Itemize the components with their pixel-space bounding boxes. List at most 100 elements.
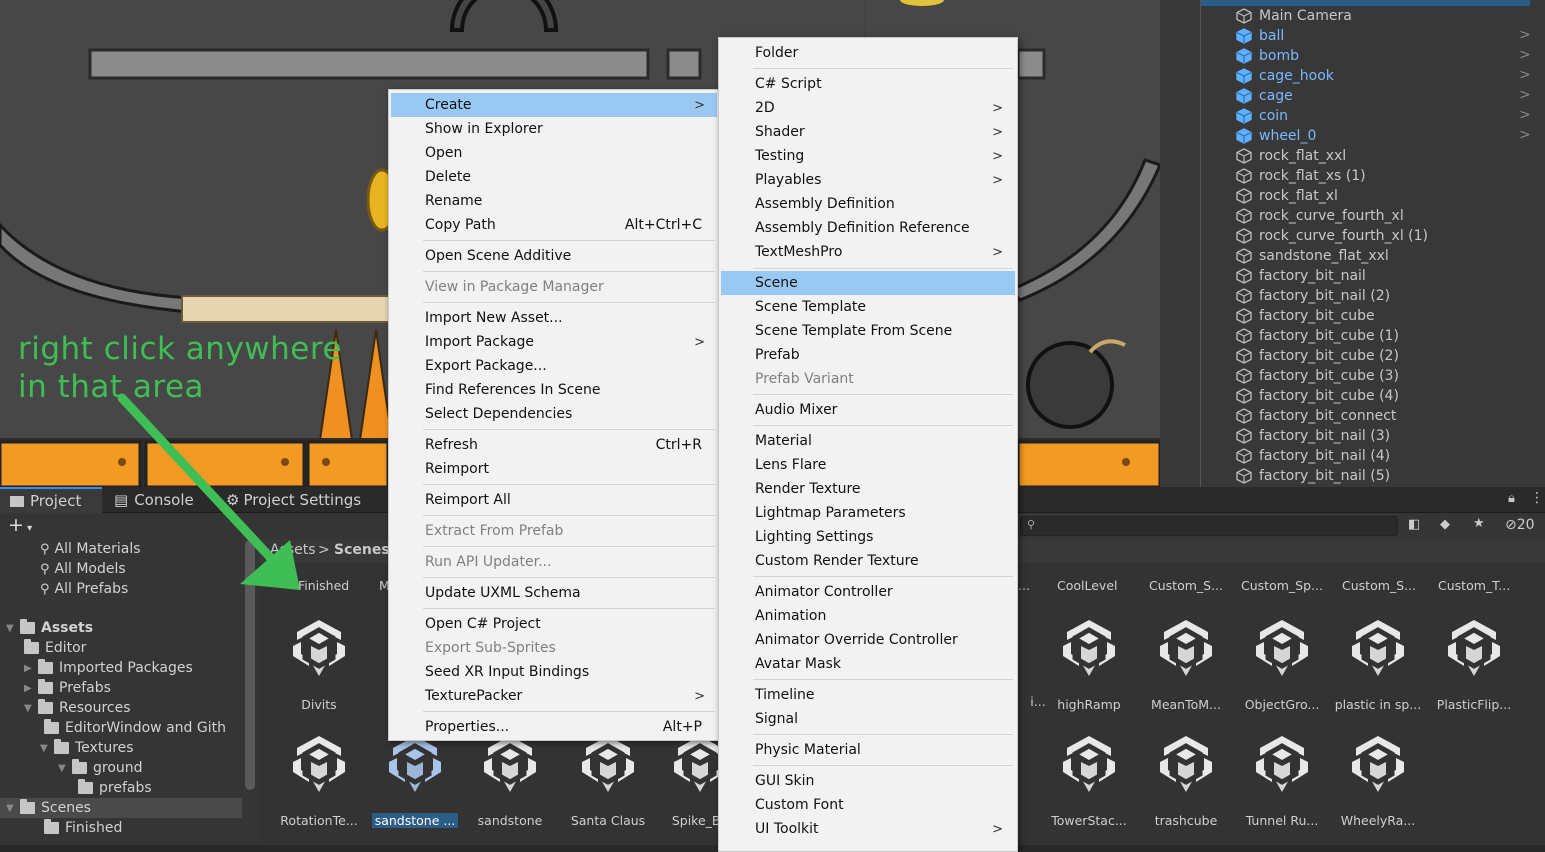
favorite-star-icon[interactable]: ★ xyxy=(1473,516,1485,531)
hierarchy-item[interactable]: factory_bit_cube (2) xyxy=(1236,346,1399,366)
hierarchy-item[interactable]: Main Camera xyxy=(1236,6,1352,26)
menu-item-scene[interactable]: Scene xyxy=(721,271,1015,295)
asset-label[interactable]: CoolLevel xyxy=(1057,578,1118,593)
more-icon[interactable]: ⋮ xyxy=(1530,490,1544,506)
search-input[interactable]: ⚲ xyxy=(1020,516,1398,536)
menu-item-audio-mixer[interactable]: Audio Mixer xyxy=(721,398,1015,422)
hierarchy-item[interactable]: rock_curve_fourth_xl (1) xyxy=(1236,226,1428,246)
asset-label[interactable]: Custom_T... xyxy=(1438,578,1510,593)
menu-item-playables[interactable]: Playables > xyxy=(721,168,1015,192)
menu-item-find-references-in-scene[interactable]: Find References In Scene xyxy=(391,378,717,402)
menu-item-show-in-explorer[interactable]: Show in Explorer xyxy=(391,117,717,141)
chevron-right-icon[interactable]: > xyxy=(1519,127,1531,143)
hierarchy-item[interactable]: factory_bit_cube (1) xyxy=(1236,326,1399,346)
asset-label[interactable]: Custom_Sp... xyxy=(1241,578,1323,593)
menu-item-animator-controller[interactable]: Animator Controller xyxy=(721,580,1015,604)
menu-item-reimport-all[interactable]: Reimport All xyxy=(391,488,717,512)
label-icon[interactable]: ◆ xyxy=(1440,517,1450,532)
menu-item-c-script[interactable]: C# Script xyxy=(721,72,1015,96)
chevron-right-icon[interactable]: > xyxy=(1519,27,1531,43)
hierarchy-item[interactable]: factory_bit_nail (2) xyxy=(1236,286,1390,306)
menu-item-material[interactable]: Material xyxy=(721,429,1015,453)
hierarchy-item[interactable]: rock_flat_xl xyxy=(1236,186,1338,206)
asset-item[interactable]: Tunnel Ru... xyxy=(1234,732,1330,828)
hierarchy-item[interactable]: rock_flat_xxl xyxy=(1236,146,1346,166)
menu-item-properties[interactable]: Properties... Alt+P xyxy=(391,715,717,739)
hierarchy-item[interactable]: factory_bit_cube (4) xyxy=(1236,386,1399,406)
menu-item-2d[interactable]: 2D > xyxy=(721,96,1015,120)
asset-label[interactable]: Custom_S... xyxy=(1149,578,1223,593)
asset-item[interactable]: trashcube xyxy=(1138,732,1234,828)
menu-item-animation[interactable]: Animation xyxy=(721,604,1015,628)
menu-item-folder[interactable]: Folder xyxy=(721,41,1015,65)
lock-icon[interactable]: 🔒︎ xyxy=(1508,491,1515,506)
hierarchy-item[interactable]: rock_flat_xs (1) xyxy=(1236,166,1366,186)
menu-item-shader[interactable]: Shader > xyxy=(721,120,1015,144)
menu-item-prefab[interactable]: Prefab xyxy=(721,343,1015,367)
hierarchy-item[interactable]: bomb xyxy=(1236,46,1299,66)
hierarchy-item[interactable]: wheel_0 xyxy=(1236,126,1316,146)
menu-item-signal[interactable]: Signal xyxy=(721,707,1015,731)
asset-item[interactable]: plastic in sp... xyxy=(1330,616,1426,712)
menu-item-animator-override-controller[interactable]: Animator Override Controller xyxy=(721,628,1015,652)
menu-item-lightmap-parameters[interactable]: Lightmap Parameters xyxy=(721,501,1015,525)
hierarchy-item[interactable]: cage_hook xyxy=(1236,66,1334,86)
menu-item-custom-render-texture[interactable]: Custom Render Texture xyxy=(721,549,1015,573)
hierarchy-item[interactable]: factory_bit_nail (4) xyxy=(1236,446,1390,466)
menu-item-ui-toolkit[interactable]: UI Toolkit > xyxy=(721,817,1015,841)
menu-item-assembly-definition-reference[interactable]: Assembly Definition Reference xyxy=(721,216,1015,240)
menu-item-timeline[interactable]: Timeline xyxy=(721,683,1015,707)
menu-item-open-scene-additive[interactable]: Open Scene Additive xyxy=(391,244,717,268)
menu-item-custom-font[interactable]: Custom Font xyxy=(721,793,1015,817)
hierarchy-item[interactable]: factory_bit_connect xyxy=(1236,406,1396,426)
asset-item[interactable]: sandstone xyxy=(462,732,558,828)
menu-item-assembly-definition[interactable]: Assembly Definition xyxy=(721,192,1015,216)
menu-item-reimport[interactable]: Reimport xyxy=(391,457,717,481)
menu-item-avatar-mask[interactable]: Avatar Mask xyxy=(721,652,1015,676)
asset-item[interactable]: ObjectGro... xyxy=(1234,616,1330,712)
menu-item-delete[interactable]: Delete xyxy=(391,165,717,189)
hierarchy-item[interactable]: factory_bit_cube (3) xyxy=(1236,366,1399,386)
chevron-right-icon[interactable]: > xyxy=(1519,67,1531,83)
menu-item-create[interactable]: Create > xyxy=(391,93,717,117)
hierarchy-item[interactable]: cage xyxy=(1236,86,1293,106)
hierarchy-item[interactable]: ball xyxy=(1236,26,1284,46)
filter-type-icon[interactable]: ◧ xyxy=(1408,517,1420,532)
hierarchy-item[interactable]: factory_bit_nail xyxy=(1236,266,1366,286)
asset-item[interactable]: WheelyRa... xyxy=(1330,732,1426,828)
asset-item[interactable]: MeanToM... xyxy=(1138,616,1234,712)
asset-label[interactable]: Custom_S... xyxy=(1342,578,1416,593)
menu-item-testing[interactable]: Testing > xyxy=(721,144,1015,168)
menu-item-textmeshpro[interactable]: TextMeshPro > xyxy=(721,240,1015,264)
menu-item-update-uxml-schema[interactable]: Update UXML Schema xyxy=(391,581,717,605)
menu-item-copy-path[interactable]: Copy Path Alt+Ctrl+C xyxy=(391,213,717,237)
menu-item-lighting-settings[interactable]: Lighting Settings xyxy=(721,525,1015,549)
asset-item[interactable]: Santa Claus xyxy=(560,732,656,828)
menu-item-render-texture[interactable]: Render Texture xyxy=(721,477,1015,501)
hierarchy-item[interactable]: rock_curve_fourth_xl xyxy=(1236,206,1404,226)
hierarchy-item[interactable]: factory_bit_cube xyxy=(1236,306,1375,326)
menu-item-physic-material[interactable]: Physic Material xyxy=(721,738,1015,762)
menu-item-import-package[interactable]: Import Package > xyxy=(391,330,717,354)
hierarchy-item[interactable]: coin xyxy=(1236,106,1288,126)
menu-item-lens-flare[interactable]: Lens Flare xyxy=(721,453,1015,477)
menu-item-scene-template[interactable]: Scene Template xyxy=(721,295,1015,319)
chevron-right-icon[interactable]: > xyxy=(1519,47,1531,63)
hierarchy-item[interactable]: factory_bit_nail (5) xyxy=(1236,466,1390,486)
asset-item[interactable]: PlasticFlip... xyxy=(1426,616,1522,712)
chevron-right-icon[interactable]: > xyxy=(1519,87,1531,103)
hierarchy-item[interactable]: factory_bit_nail (3) xyxy=(1236,426,1390,446)
hidden-packages-toggle[interactable]: ⊘20 xyxy=(1505,517,1535,533)
menu-item-seed-xr-input-bindings[interactable]: Seed XR Input Bindings xyxy=(391,660,717,684)
menu-item-open-c-project[interactable]: Open C# Project xyxy=(391,612,717,636)
menu-item-open[interactable]: Open xyxy=(391,141,717,165)
menu-item-import-new-asset[interactable]: Import New Asset... xyxy=(391,306,717,330)
menu-item-scene-template-from-scene[interactable]: Scene Template From Scene xyxy=(721,319,1015,343)
chevron-right-icon[interactable]: > xyxy=(1519,107,1531,123)
asset-item[interactable]: highRamp xyxy=(1041,616,1137,712)
asset-label[interactable]: ... xyxy=(1018,578,1030,593)
menu-item-gui-skin[interactable]: GUI Skin xyxy=(721,769,1015,793)
menu-item-select-dependencies[interactable]: Select Dependencies xyxy=(391,402,717,426)
asset-item[interactable]: TowerStac... xyxy=(1041,732,1137,828)
menu-item-export-package[interactable]: Export Package... xyxy=(391,354,717,378)
